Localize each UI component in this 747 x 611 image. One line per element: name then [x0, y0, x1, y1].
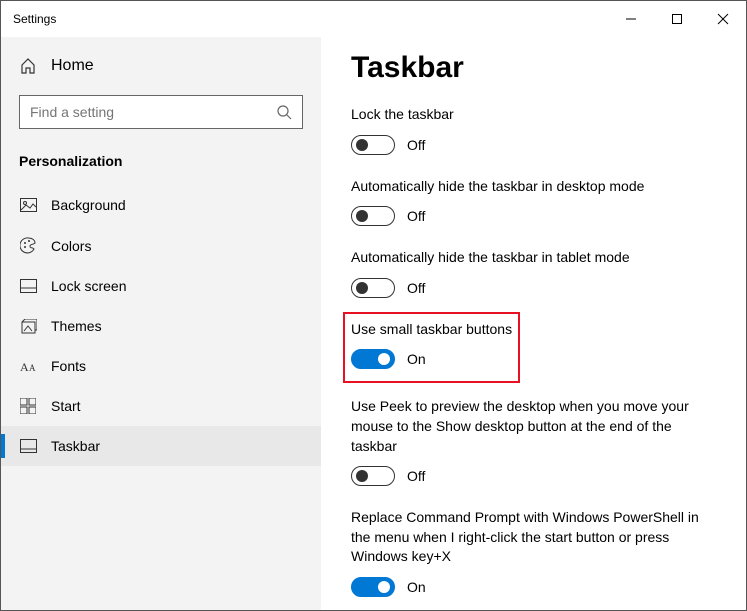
lockscreen-icon — [19, 279, 37, 293]
window-controls — [608, 1, 746, 37]
setting-label: Use small taskbar buttons — [351, 320, 512, 340]
maximize-button[interactable] — [654, 1, 700, 37]
home-nav[interactable]: Home — [1, 47, 321, 85]
sidebar-item-taskbar[interactable]: Taskbar — [1, 426, 321, 466]
setting-lock-taskbar: Lock the taskbar Off — [351, 105, 716, 155]
toggle-autohide-desktop[interactable] — [351, 206, 395, 226]
setting-label: Lock the taskbar — [351, 105, 711, 125]
settings-window: Settings Home — [0, 0, 747, 611]
toggle-powershell[interactable] — [351, 577, 395, 597]
sidebar-item-label: Taskbar — [51, 438, 100, 454]
toggle-state: On — [407, 351, 426, 367]
svg-text:A: A — [29, 363, 36, 373]
home-label: Home — [51, 57, 94, 75]
sidebar-item-themes[interactable]: Themes — [1, 306, 321, 346]
sidebar-item-label: Start — [51, 398, 81, 414]
search-icon — [276, 104, 292, 120]
sidebar-item-background[interactable]: Background — [1, 185, 321, 225]
search-box[interactable] — [19, 95, 303, 129]
body: Home Personalization Background — [1, 37, 746, 610]
toggle-state: Off — [407, 468, 425, 484]
page-title: Taskbar — [351, 51, 716, 85]
setting-small-buttons: Use small taskbar buttons On — [351, 320, 512, 370]
sidebar: Home Personalization Background — [1, 37, 321, 610]
home-icon — [19, 58, 37, 74]
picture-icon — [19, 198, 37, 212]
themes-icon — [19, 319, 37, 334]
toggle-autohide-tablet[interactable] — [351, 278, 395, 298]
toggle-peek[interactable] — [351, 466, 395, 486]
section-label: Personalization — [1, 139, 321, 185]
sidebar-item-label: Colors — [51, 238, 91, 254]
toggle-state: Off — [407, 137, 425, 153]
setting-label: Automatically hide the taskbar in tablet… — [351, 248, 711, 268]
sidebar-item-label: Background — [51, 197, 126, 213]
sidebar-item-fonts[interactable]: AA Fonts — [1, 346, 321, 386]
toggle-state: Off — [407, 280, 425, 296]
content-area: Taskbar Lock the taskbar Off Automatical… — [321, 37, 746, 610]
setting-autohide-desktop: Automatically hide the taskbar in deskto… — [351, 177, 716, 227]
toggle-lock-taskbar[interactable] — [351, 135, 395, 155]
minimize-button[interactable] — [608, 1, 654, 37]
setting-powershell: Replace Command Prompt with Windows Powe… — [351, 508, 716, 597]
toggle-state: Off — [407, 208, 425, 224]
sidebar-item-colors[interactable]: Colors — [1, 225, 321, 266]
svg-text:A: A — [20, 360, 29, 373]
sidebar-item-label: Fonts — [51, 358, 86, 374]
sidebar-item-label: Themes — [51, 318, 102, 334]
setting-label: Use Peek to preview the desktop when you… — [351, 397, 711, 456]
sidebar-item-label: Lock screen — [51, 278, 126, 294]
toggle-small-buttons[interactable] — [351, 349, 395, 369]
palette-icon — [19, 237, 37, 254]
setting-label: Replace Command Prompt with Windows Powe… — [351, 508, 711, 567]
setting-autohide-tablet: Automatically hide the taskbar in tablet… — [351, 248, 716, 298]
highlight-box: Use small taskbar buttons On — [343, 312, 520, 384]
sidebar-item-start[interactable]: Start — [1, 386, 321, 426]
taskbar-icon — [19, 439, 37, 453]
setting-label: Automatically hide the taskbar in deskto… — [351, 177, 711, 197]
nav-list: Background Colors Lock screen — [1, 185, 321, 466]
window-title: Settings — [13, 12, 608, 26]
toggle-state: On — [407, 579, 426, 595]
start-icon — [19, 398, 37, 414]
fonts-icon: AA — [19, 359, 37, 373]
search-input[interactable] — [30, 104, 276, 120]
sidebar-item-lockscreen[interactable]: Lock screen — [1, 266, 321, 306]
close-button[interactable] — [700, 1, 746, 37]
setting-peek: Use Peek to preview the desktop when you… — [351, 397, 716, 486]
titlebar: Settings — [1, 1, 746, 37]
